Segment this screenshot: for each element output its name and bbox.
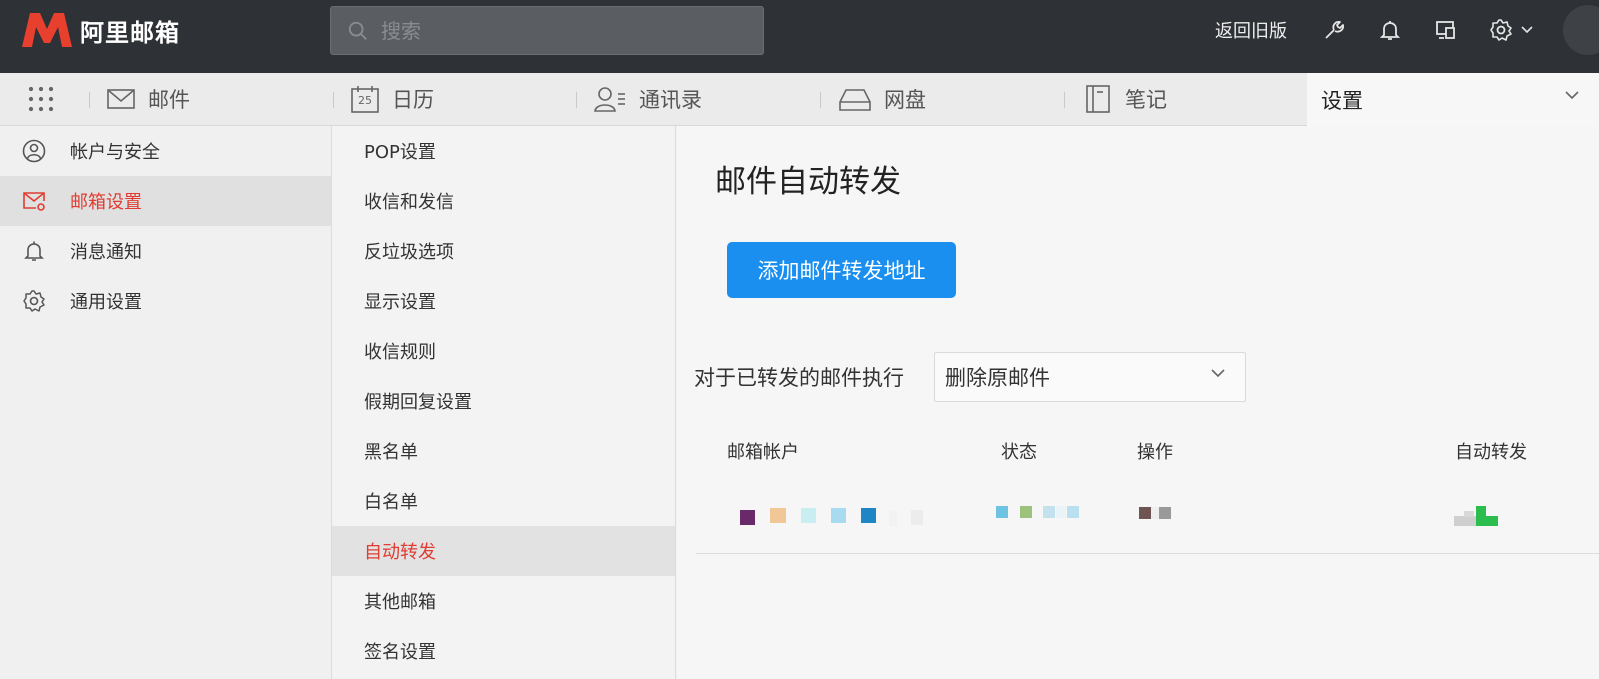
nav-divider xyxy=(89,92,90,108)
logo[interactable]: 阿里邮箱 xyxy=(20,10,180,50)
mail-settings-icon xyxy=(22,189,46,213)
submenu-item-pop[interactable]: POP设置 xyxy=(332,126,675,176)
page-title: 邮件自动转发 xyxy=(715,164,901,200)
settings-menu[interactable] xyxy=(1489,18,1533,42)
forwarded-action-select[interactable]: 删除原邮件 xyxy=(934,352,1246,402)
tab-label: 邮件 xyxy=(148,88,190,112)
tab-calendar[interactable]: 25 日历 xyxy=(350,73,434,125)
contacts-icon xyxy=(593,84,627,114)
tab-contacts[interactable]: 通讯录 xyxy=(593,73,702,125)
notebook-icon xyxy=(1083,84,1113,114)
submenu-item-rules[interactable]: 收信规则 xyxy=(332,326,675,376)
brand-name: 阿里邮箱 xyxy=(80,18,180,47)
old-version-link[interactable]: 返回旧版 xyxy=(1215,17,1287,43)
calendar-day: 25 xyxy=(358,94,372,107)
column-header-auto-forward: 自动转发 xyxy=(1455,442,1527,463)
add-forward-address-button[interactable]: 添加邮件转发地址 xyxy=(727,242,956,298)
submenu-item-antispam[interactable]: 反垃圾选项 xyxy=(332,226,675,276)
row-divider xyxy=(696,553,1599,554)
submenu-item-whitelist[interactable]: 白名单 xyxy=(332,476,675,526)
chevron-down-icon[interactable] xyxy=(1565,91,1579,100)
tab-label: 通讯录 xyxy=(639,88,702,112)
bell-icon xyxy=(22,239,46,263)
gear-icon xyxy=(1489,18,1513,42)
sidebar-item-label: 帐户与安全 xyxy=(70,142,160,163)
tab-settings[interactable]: 设置 xyxy=(1307,73,1599,126)
gear-icon xyxy=(22,289,46,313)
avatar[interactable] xyxy=(1563,5,1599,55)
tab-label: 设置 xyxy=(1321,88,1363,113)
search-icon xyxy=(348,21,367,40)
calendar-icon: 25 xyxy=(350,84,380,114)
bell-icon[interactable] xyxy=(1377,17,1403,43)
sidebar-item-label: 邮箱设置 xyxy=(70,192,142,213)
sidebar-item-mailbox-settings[interactable]: 邮箱设置 xyxy=(0,176,331,226)
nav-divider xyxy=(820,92,821,108)
sidebar-item-general-settings[interactable]: 通用设置 xyxy=(0,276,331,326)
submenu-item-signature[interactable]: 签名设置 xyxy=(332,626,675,676)
forwarded-action-label: 对于已转发的邮件执行 xyxy=(694,366,904,390)
column-header-status: 状态 xyxy=(1001,442,1037,463)
drive-icon xyxy=(838,84,872,114)
submenu-item-display[interactable]: 显示设置 xyxy=(332,276,675,326)
settings-sidebar: 帐户与安全 邮箱设置 消息通知 通用设置 xyxy=(0,126,332,679)
select-value: 删除原邮件 xyxy=(945,366,1050,390)
submenu-item-blacklist[interactable]: 黑名单 xyxy=(332,426,675,476)
submenu-item-other-mailboxes[interactable]: 其他邮箱 xyxy=(332,576,675,626)
top-actions: 返回旧版 xyxy=(1215,0,1599,60)
tab-mail[interactable]: 邮件 xyxy=(106,73,190,125)
nav-divider xyxy=(576,92,577,108)
brand-m-icon xyxy=(22,13,72,47)
top-bar: 阿里邮箱 返回旧版 xyxy=(0,0,1599,73)
chevron-down-icon xyxy=(1521,26,1533,34)
user-circle-icon xyxy=(22,139,46,163)
app-nav: 邮件 25 日历 通讯录 网盘 笔记 设置 xyxy=(0,73,1599,126)
envelope-icon xyxy=(106,84,136,114)
submenu-item-auto-forward[interactable]: 自动转发 xyxy=(332,526,675,576)
sidebar-item-notifications[interactable]: 消息通知 xyxy=(0,226,331,276)
nav-divider xyxy=(333,92,334,108)
auto-forward-panel: 邮件自动转发 添加邮件转发地址 对于已转发的邮件执行 删除原邮件 邮箱帐户 状态… xyxy=(677,126,1599,679)
search-box[interactable] xyxy=(330,6,764,55)
tab-label: 日历 xyxy=(392,88,434,112)
column-header-operation: 操作 xyxy=(1137,442,1173,463)
wrench-icon[interactable] xyxy=(1321,17,1347,43)
sidebar-item-label: 通用设置 xyxy=(70,292,142,313)
apps-grid-icon[interactable] xyxy=(26,73,56,125)
sidebar-item-label: 消息通知 xyxy=(70,242,142,263)
submenu-item-send-receive[interactable]: 收信和发信 xyxy=(332,176,675,226)
submenu-item-vacation-reply[interactable]: 假期回复设置 xyxy=(332,376,675,426)
search-input[interactable] xyxy=(381,18,741,43)
tab-label: 网盘 xyxy=(884,88,926,112)
forwarded-action-row: 对于已转发的邮件执行 删除原邮件 xyxy=(694,352,1246,402)
tab-notes[interactable]: 笔记 xyxy=(1083,73,1167,125)
tab-label: 笔记 xyxy=(1125,88,1167,112)
mailbox-settings-submenu: POP设置 收信和发信 反垃圾选项 显示设置 收信规则 假期回复设置 黑名单 白… xyxy=(332,126,676,679)
column-header-account: 邮箱帐户 xyxy=(727,442,799,463)
chevron-down-icon xyxy=(1211,369,1225,378)
sidebar-item-account-security[interactable]: 帐户与安全 xyxy=(0,126,331,176)
tab-drive[interactable]: 网盘 xyxy=(838,73,926,125)
devices-icon[interactable] xyxy=(1433,17,1459,43)
nav-divider xyxy=(1064,92,1065,108)
